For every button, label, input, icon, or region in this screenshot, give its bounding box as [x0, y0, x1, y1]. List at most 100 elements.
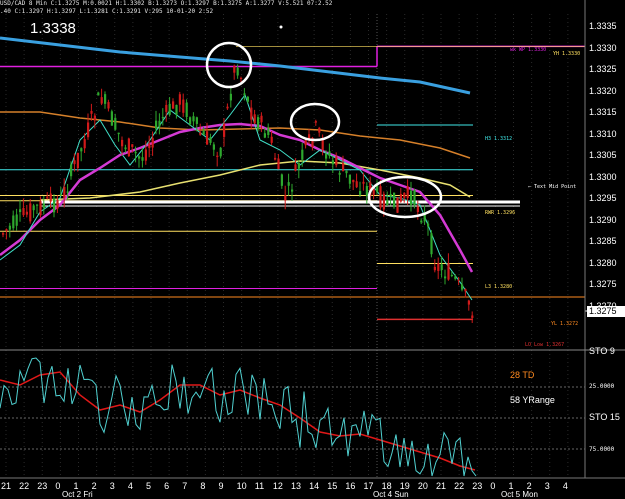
candle-body: [216, 155, 219, 158]
candle-body: [406, 186, 409, 199]
candle-body: [450, 275, 453, 277]
candle-body: [335, 156, 338, 166]
candle-body: [2, 233, 5, 235]
time-axis-day-label: Oct 2 Fri: [62, 490, 93, 499]
price-axis-label: 1.3325: [589, 64, 617, 74]
sto-label-mid: STO 15: [589, 412, 620, 422]
candle-body: [444, 276, 447, 279]
candle-body: [345, 170, 348, 174]
candle-body: [22, 207, 25, 216]
candle-body: [270, 136, 273, 143]
price-axis-label: 1.3290: [589, 214, 617, 225]
time-axis-hour-label: 10: [236, 481, 247, 491]
candle-body: [144, 149, 147, 161]
sto-label-top: STO 9: [589, 346, 615, 356]
candle-body: [284, 195, 287, 201]
candle-body: [131, 144, 134, 147]
current-price-tag: 1.3275: [587, 306, 625, 317]
header-ohlc-line: USD/CAD 8 Min C:1.3275 M:0.0021 H:1.3302…: [0, 0, 333, 7]
candle-body: [294, 164, 297, 171]
candle-body: [104, 94, 107, 104]
tag-yl: YL 1.3272: [551, 321, 579, 327]
price-axis-label: 1.3295: [589, 193, 617, 203]
candle-body: [389, 193, 392, 197]
candle-body: [318, 127, 321, 133]
candle-body: [314, 121, 317, 123]
time-axis-hour-label: 0: [490, 481, 496, 491]
candle-body: [359, 191, 362, 195]
price-axis-label: 1.3315: [589, 107, 617, 117]
candle-body: [410, 190, 413, 205]
time-axis-hour-label: 16: [345, 481, 356, 491]
candle-body: [138, 156, 141, 159]
candle-body: [403, 192, 406, 198]
forex-chart[interactable]: [0, 0, 625, 496]
candle-body: [124, 147, 127, 150]
candle-body: [233, 65, 236, 73]
candle-body: [246, 96, 249, 102]
price-axis-label: 1.3330: [589, 42, 617, 53]
candle-body: [467, 300, 470, 305]
time-axis-hour-label: 12: [272, 481, 283, 491]
time-axis-hour-label: 8: [200, 481, 206, 491]
candle-body: [433, 266, 436, 271]
candle-body: [12, 215, 15, 229]
candle-body: [267, 128, 270, 135]
candle-body: [49, 193, 52, 202]
tag-rwr: RWR 1.3296: [485, 210, 516, 216]
time-axis-hour-label: 23: [472, 481, 483, 491]
time-axis-hour-label: 22: [454, 481, 465, 491]
candle-body: [32, 205, 35, 211]
candle-body: [277, 158, 280, 170]
candle-body: [195, 117, 198, 124]
candle-body: [437, 263, 440, 271]
candle-body: [110, 111, 113, 126]
candle-body: [240, 77, 243, 79]
tag-h3: H3 1.3312: [485, 136, 513, 142]
sto-tick-25: 25.0000: [589, 383, 615, 390]
candle-body: [413, 189, 416, 206]
candle-body: [253, 114, 256, 124]
candle-body: [226, 106, 229, 109]
candle-body: [127, 138, 130, 157]
candle-body: [165, 104, 168, 112]
header-bar-line: .40 C:1.3297 H:1.3297 L:1.3281 C:1.3291 …: [0, 8, 214, 15]
candle-body: [97, 92, 100, 96]
candle-body: [70, 164, 73, 177]
td-label: 28 TD: [510, 370, 535, 380]
time-axis-hour-label: 4: [562, 481, 568, 491]
candle-body: [454, 276, 457, 279]
candle-body: [342, 163, 345, 171]
candle-body: [263, 133, 266, 138]
candle-body: [185, 102, 188, 118]
candle-body: [393, 192, 396, 207]
time-axis-hour-label: 20: [417, 481, 428, 491]
candle-body: [66, 191, 69, 193]
candle-body: [161, 116, 164, 119]
time-axis-hour-label: 7: [182, 481, 188, 491]
candle-body: [5, 229, 8, 231]
candle-body: [73, 160, 76, 165]
price-axis-label: 1.3320: [589, 85, 617, 96]
candle-body: [56, 199, 59, 209]
candle-body: [25, 211, 28, 215]
candle-body: [416, 206, 419, 213]
candle-body: [365, 186, 368, 196]
candle-body: [352, 179, 355, 183]
candle-body: [386, 199, 389, 206]
marker-dot: [279, 25, 283, 29]
candle-body: [331, 160, 334, 165]
candle-body: [199, 132, 202, 135]
candle-body: [457, 279, 460, 281]
time-axis-hour-label: 11: [254, 481, 265, 491]
candle-body: [202, 130, 205, 135]
tag-yh: YH 1.3330: [553, 51, 581, 57]
candle-body: [15, 214, 18, 226]
time-axis-hour-label: 23: [37, 481, 48, 491]
candle-body: [338, 172, 341, 175]
candle-body: [19, 209, 22, 213]
candle-body: [107, 102, 110, 109]
candle-body: [206, 131, 209, 145]
candle-body: [155, 120, 158, 129]
candle-body: [229, 93, 232, 101]
